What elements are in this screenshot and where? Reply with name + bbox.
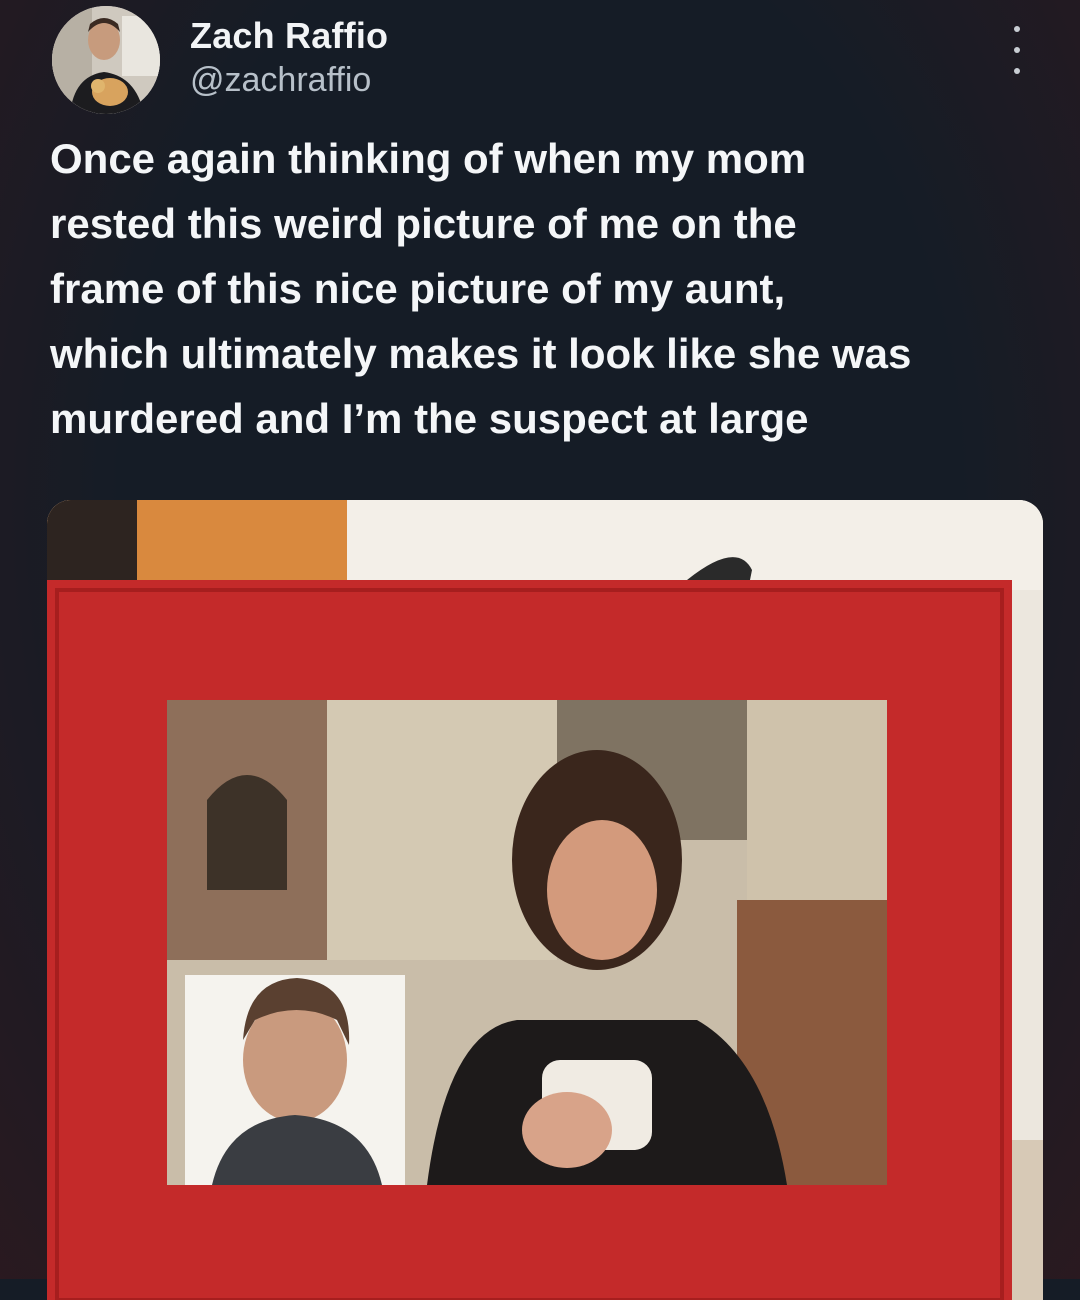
avatar-photo-icon — [52, 6, 160, 114]
author-display-name[interactable]: Zach Raffio — [190, 14, 388, 58]
tweet-header: Zach Raffio @zachraffio — [52, 6, 1032, 116]
more-dot — [1014, 47, 1020, 53]
photo-red-frame — [47, 500, 1043, 1300]
tweet-text: Once again thinking of when my mom reste… — [50, 135, 912, 442]
tweet-media[interactable] — [47, 500, 1043, 1300]
more-vertical-icon[interactable] — [1002, 26, 1032, 74]
author-handle[interactable]: @zachraffio — [190, 58, 388, 102]
more-dot — [1014, 68, 1020, 74]
more-dot — [1014, 26, 1020, 32]
author-avatar[interactable] — [52, 6, 160, 114]
